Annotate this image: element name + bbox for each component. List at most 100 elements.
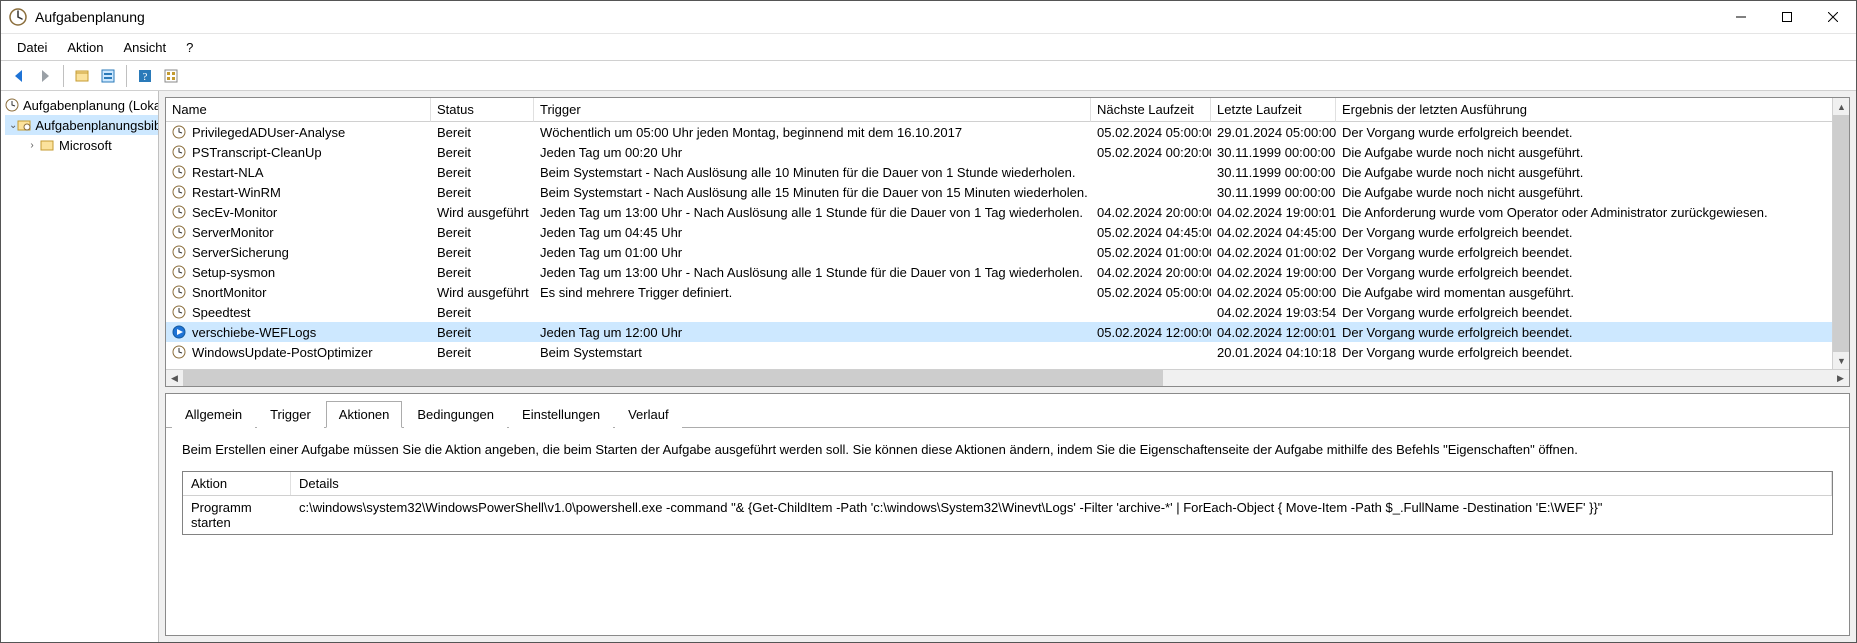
forward-button[interactable] — [33, 64, 57, 88]
task-name: SnortMonitor — [192, 285, 266, 300]
task-name: Restart-NLA — [192, 165, 264, 180]
clock-icon — [5, 97, 19, 113]
tab-general[interactable]: Allgemein — [172, 401, 255, 428]
task-name: WindowsUpdate-PostOptimizer — [192, 345, 373, 360]
folder-icon — [39, 137, 55, 153]
task-next: 05.02.2024 05:00:00 — [1091, 122, 1211, 142]
tree-root[interactable]: Aufgabenplanung (Lokal) — [5, 95, 158, 115]
detail-tabs: Allgemein Trigger Aktionen Bedingungen E… — [166, 394, 1849, 428]
task-trigger: Wöchentlich um 05:00 Uhr jeden Montag, b… — [534, 122, 1091, 142]
task-status: Bereit — [431, 342, 534, 362]
col-details[interactable]: Details — [291, 472, 1832, 495]
task-last: 04.02.2024 19:00:00 — [1211, 262, 1336, 282]
col-next[interactable]: Nächste Laufzeit — [1091, 98, 1211, 122]
chevron-right-icon[interactable]: › — [25, 140, 39, 151]
chevron-down-icon[interactable]: ⌄ — [9, 120, 17, 131]
show-hide-tree-button[interactable] — [70, 64, 94, 88]
menu-help[interactable]: ? — [176, 36, 203, 59]
col-status[interactable]: Status — [431, 98, 534, 122]
col-result[interactable]: Ergebnis der letzten Ausführung — [1336, 98, 1849, 122]
task-name: Speedtest — [192, 305, 251, 320]
task-last: 30.11.1999 00:00:00 — [1211, 162, 1336, 182]
col-name[interactable]: Name — [166, 98, 431, 122]
tree-label: Aufgabenplanungsbibliothek — [35, 118, 159, 133]
tab-triggers[interactable]: Trigger — [257, 401, 324, 428]
task-next — [1091, 342, 1211, 362]
app-icon — [9, 8, 27, 26]
task-next: 05.02.2024 00:20:00 — [1091, 142, 1211, 162]
toolbar-separator — [126, 65, 127, 87]
task-next — [1091, 162, 1211, 182]
titlebar: Aufgabenplanung — [1, 1, 1856, 34]
task-next: 05.02.2024 01:00:00 — [1091, 242, 1211, 262]
folder-clock-icon — [17, 117, 31, 133]
properties-button[interactable] — [96, 64, 120, 88]
task-name: Setup-sysmon — [192, 265, 275, 280]
tree-microsoft[interactable]: › Microsoft — [5, 135, 158, 155]
task-clock-icon — [172, 185, 186, 199]
menu-action[interactable]: Aktion — [57, 36, 113, 59]
menubar: Datei Aktion Ansicht ? — [1, 34, 1856, 61]
task-trigger — [534, 302, 1091, 322]
horizontal-scrollbar[interactable]: ◀ ▶ — [166, 369, 1849, 386]
tab-actions[interactable]: Aktionen — [326, 401, 403, 428]
toolbar-separator — [63, 65, 64, 87]
task-next: 05.02.2024 12:00:00 — [1091, 322, 1211, 342]
task-name: SecEv-Monitor — [192, 205, 277, 220]
tree-library[interactable]: ⌄ Aufgabenplanungsbibliothek — [5, 115, 158, 135]
task-next: 04.02.2024 20:00:00 — [1091, 202, 1211, 222]
detail-pane: Allgemein Trigger Aktionen Bedingungen E… — [165, 393, 1850, 636]
task-trigger: Beim Systemstart — [534, 342, 1091, 362]
task-next — [1091, 182, 1211, 202]
actions-table-row[interactable]: Programm starten c:\windows\system32\Win… — [183, 496, 1832, 534]
task-clock-icon — [172, 125, 186, 139]
task-clock-icon — [172, 145, 186, 159]
task-result: Die Aufgabe wurde noch nicht ausgeführt. — [1336, 162, 1849, 182]
scroll-down-icon[interactable]: ▼ — [1833, 352, 1850, 369]
close-button[interactable] — [1810, 1, 1856, 33]
task-scheduler-window: Aufgabenplanung Datei Aktion Ansicht ? ?… — [0, 0, 1857, 643]
task-status: Bereit — [431, 242, 534, 262]
tab-conditions[interactable]: Bedingungen — [404, 401, 507, 428]
vertical-scrollbar[interactable]: ▲ ▼ — [1832, 98, 1849, 369]
task-status: Bereit — [431, 262, 534, 282]
tree-pane[interactable]: Aufgabenplanung (Lokal) ⌄ Aufgabenplanun… — [1, 91, 159, 642]
task-trigger: Beim Systemstart - Nach Auslösung alle 1… — [534, 162, 1091, 182]
body: Aufgabenplanung (Lokal) ⌄ Aufgabenplanun… — [1, 91, 1856, 642]
task-name: PSTranscript-CleanUp — [192, 145, 322, 160]
minimize-button[interactable] — [1718, 1, 1764, 33]
menu-view[interactable]: Ansicht — [114, 36, 177, 59]
task-list-pane: Name Status Trigger Nächste Laufzeit Let… — [165, 97, 1850, 387]
scroll-up-icon[interactable]: ▲ — [1833, 98, 1850, 115]
task-clock-icon — [172, 205, 186, 219]
task-last: 29.01.2024 05:00:00 — [1211, 122, 1336, 142]
col-action[interactable]: Aktion — [183, 472, 291, 495]
task-status: Wird ausgeführt — [431, 202, 534, 222]
tab-history[interactable]: Verlauf — [615, 401, 681, 428]
refresh-button[interactable] — [159, 64, 183, 88]
task-result: Der Vorgang wurde erfolgreich beendet. — [1336, 122, 1849, 142]
task-next — [1091, 302, 1211, 322]
col-trigger[interactable]: Trigger — [534, 98, 1091, 122]
actions-table[interactable]: Aktion Details Programm starten c:\windo… — [182, 471, 1833, 535]
actions-table-header: Aktion Details — [183, 472, 1832, 496]
task-clock-icon — [172, 225, 186, 239]
maximize-button[interactable] — [1764, 1, 1810, 33]
back-button[interactable] — [7, 64, 31, 88]
tree-label: Microsoft — [59, 138, 112, 153]
scroll-right-icon[interactable]: ▶ — [1832, 370, 1849, 387]
tab-settings[interactable]: Einstellungen — [509, 401, 613, 428]
task-trigger: Jeden Tag um 00:20 Uhr — [534, 142, 1091, 162]
action-type: Programm starten — [183, 496, 291, 534]
col-last[interactable]: Letzte Laufzeit — [1211, 98, 1336, 122]
task-trigger: Jeden Tag um 04:45 Uhr — [534, 222, 1091, 242]
task-last: 30.11.1999 00:00:00 — [1211, 182, 1336, 202]
help-button[interactable]: ? — [133, 64, 157, 88]
menu-file[interactable]: Datei — [7, 36, 57, 59]
task-last: 04.02.2024 05:00:00 — [1211, 282, 1336, 302]
tree-label: Aufgabenplanung (Lokal) — [23, 98, 159, 113]
task-trigger: Jeden Tag um 01:00 Uhr — [534, 242, 1091, 262]
task-clock-icon — [172, 165, 186, 179]
scroll-left-icon[interactable]: ◀ — [166, 370, 183, 387]
task-clock-icon — [172, 245, 186, 259]
